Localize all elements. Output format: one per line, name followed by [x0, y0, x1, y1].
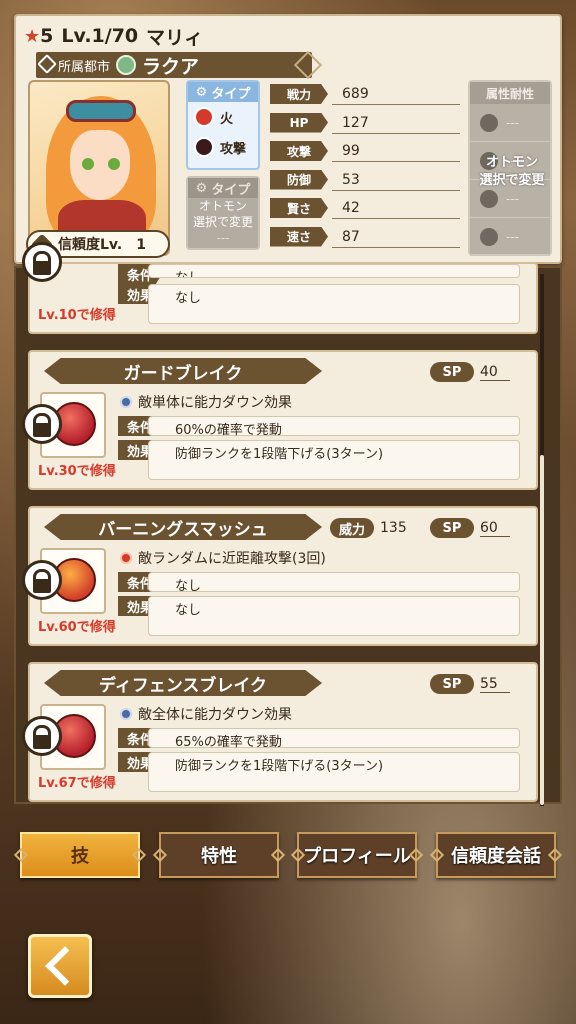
condition-value: 60%の確率で発動 [148, 416, 520, 438]
attribute-resistance-panel[interactable]: 属性耐性 --- --- --- --- オトモン 選択で変更 [468, 80, 552, 256]
skill-name: バーニングスマッシュ [44, 514, 322, 540]
attribute-note: オトモン 選択で変更 [479, 155, 545, 188]
sp-cost: SP 60 [430, 518, 510, 538]
tab-profile[interactable]: プロフィール [290, 832, 424, 878]
city-bar: 所属都市 ラクア [36, 50, 323, 80]
attack-icon [194, 137, 214, 157]
lock-icon [22, 242, 62, 282]
skill-card[interactable]: バーニングスマッシュ 威力 135 SP 60 敵ランダムに近距離攻撃(3回) 条件… [22, 506, 538, 646]
stat-wisdom: 賢さ 42 [270, 194, 460, 222]
level-requirement: Lv.30で修得 [38, 464, 116, 479]
debuff-icon [120, 708, 132, 720]
level-text: Lv.1/70 [61, 25, 139, 47]
character-type-box: ⚙ タイプ 火 攻撃 [186, 80, 260, 170]
skill-card[interactable]: ガードブレイク SP 40 敵単体に能力ダウン効果 条件 60%の確率で発動 効果… [22, 350, 538, 490]
skill-name: ディフェンスブレイク [44, 670, 322, 696]
fire-icon [120, 552, 132, 564]
city-emblem-icon [116, 55, 137, 75]
effect-value: 防御ランクを1段階下げる(3ターン) [148, 440, 520, 480]
skill-description: 敵全体に能力ダウン効果 [120, 704, 292, 724]
lock-icon [22, 560, 62, 600]
level-requirement: Lv.10で修得 [38, 308, 116, 323]
condition-value: なし [148, 572, 520, 594]
skill-description: 敵単体に能力ダウン効果 [120, 392, 292, 412]
skill-card[interactable]: 条件 なし 効果 なし Lv.10で修得 [22, 242, 538, 334]
sp-cost: SP 55 [430, 674, 510, 694]
condition-value: なし [148, 264, 520, 278]
type-panel: ⚙ タイプ 火 攻撃 ⚙ タイプ オトモン 選択で変更 --- [186, 80, 260, 250]
wind-icon [480, 189, 498, 208]
debuff-icon [120, 396, 132, 408]
effect-value: なし [148, 284, 520, 324]
stat-speed: 速さ 87 [270, 223, 460, 251]
stat-defense: 防御 53 [270, 166, 460, 194]
type-header: ⚙ タイプ [188, 82, 258, 102]
tab-skills[interactable]: 技 [13, 832, 147, 878]
attribute-header: 属性耐性 [470, 82, 550, 104]
attr-row: --- [470, 218, 550, 256]
lock-icon [22, 716, 62, 756]
stat-hp: HP 127 [270, 109, 460, 137]
skill-card[interactable]: ディフェンスブレイク SP 55 敵全体に能力ダウン効果 条件 65%の確率で発動… [22, 662, 538, 802]
otomon-type-header: ⚙ タイプ [188, 178, 258, 198]
tab-traits[interactable]: 特性 [152, 832, 286, 878]
rarity-badge: ★5 [24, 25, 54, 47]
tab-trust-talk[interactable]: 信頼度会話 [429, 832, 563, 878]
type-role: 攻撃 [188, 132, 258, 162]
scrollbar-thumb[interactable] [540, 455, 544, 805]
fire-icon [194, 107, 214, 127]
city-name: ラクア [142, 55, 200, 78]
effect-value: なし [148, 596, 520, 636]
condition-value: 65%の確率で発動 [148, 728, 520, 750]
diamond-icon [37, 54, 57, 74]
title-row: ★5 Lv.1/70 マリィ [24, 22, 203, 50]
effect-value: 防御ランクを1段階下げる(3ターン) [148, 752, 520, 792]
skill-name: ガードブレイク [44, 358, 322, 384]
otomon-type-box[interactable]: ⚙ タイプ オトモン 選択で変更 --- [186, 176, 260, 250]
ornament-icon [293, 50, 323, 80]
attr-row: --- [470, 104, 550, 142]
type-element: 火 [188, 102, 258, 132]
earth-icon [480, 227, 498, 246]
power-value: 威力 135 [330, 518, 407, 538]
stat-attack: 攻撃 99 [270, 137, 460, 165]
character-status-card: ★5 Lv.1/70 マリィ 所属都市 ラクア 信頼度Lv. 1 ⚙ タイプ 火… [14, 14, 562, 264]
star-icon: ★ [24, 26, 41, 47]
level-requirement: Lv.67で修得 [38, 776, 116, 791]
level-requirement: Lv.60で修得 [38, 620, 116, 635]
fire-icon [480, 113, 498, 132]
lock-icon [22, 404, 62, 444]
sp-cost: SP 40 [430, 362, 510, 382]
skill-description: 敵ランダムに近距離攻撃(3回) [120, 548, 326, 568]
city-label: 所属都市 [58, 59, 111, 75]
stats-panel: 戦力 689 HP 127 攻撃 99 防御 53 賢さ 42 速さ 87 [270, 80, 460, 251]
goggles-icon [66, 100, 136, 122]
back-arrow-icon [45, 946, 85, 986]
back-button[interactable] [28, 934, 92, 998]
character-name: マリィ [146, 26, 204, 49]
stat-power: 戦力 689 [270, 80, 460, 108]
